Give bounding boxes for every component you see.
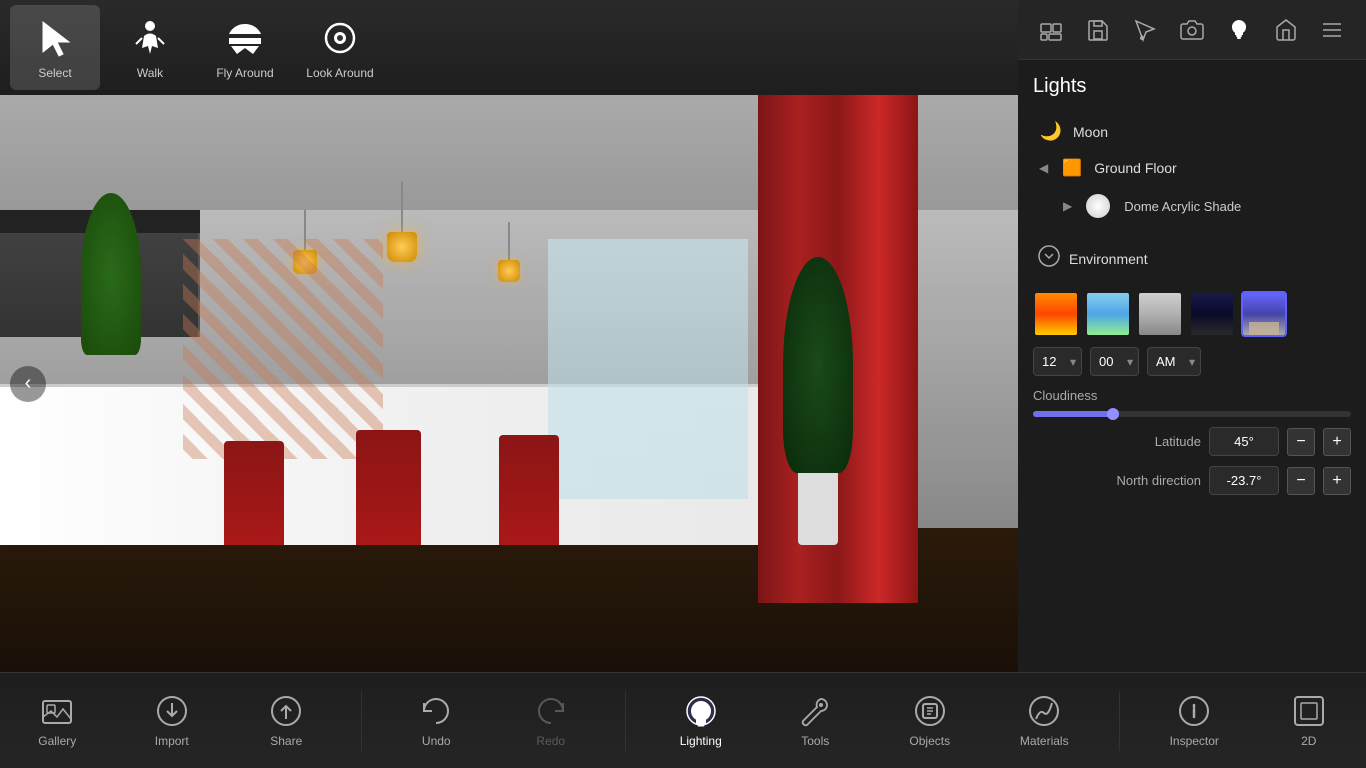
- list-panel-icon[interactable]: [1312, 10, 1352, 50]
- tools-btn[interactable]: Tools: [775, 678, 855, 764]
- import-label: Import: [155, 734, 189, 748]
- redo-label: Redo: [536, 734, 565, 748]
- home-panel-icon[interactable]: [1266, 10, 1306, 50]
- env-preset-sunset[interactable]: [1033, 291, 1079, 337]
- nav-arrow-left[interactable]: ‹: [10, 366, 46, 402]
- redo-btn[interactable]: Redo: [511, 678, 591, 764]
- import-btn[interactable]: Import: [132, 678, 212, 764]
- north-direction-label: North direction: [1033, 473, 1201, 488]
- paint-panel-icon[interactable]: [1125, 10, 1165, 50]
- panel-icon-bar: [1018, 0, 1366, 60]
- divider-1: [361, 691, 362, 751]
- gallery-btn[interactable]: Gallery: [17, 678, 97, 764]
- ground-floor-light-item[interactable]: ◀ 🟧 Ground Floor: [1033, 150, 1351, 186]
- lighting-label: Lighting: [680, 734, 722, 748]
- materials-btn[interactable]: Materials: [1004, 678, 1084, 764]
- env-preset-day[interactable]: [1085, 291, 1131, 337]
- objects-panel-icon[interactable]: [1031, 10, 1071, 50]
- fly-around-tool[interactable]: Fly Around: [200, 5, 290, 90]
- environment-label: Environment: [1069, 251, 1148, 267]
- top-toolbar: Select Walk Fly Around Look Around: [0, 0, 1018, 95]
- environment-presets: [1033, 291, 1351, 337]
- env-preset-custom[interactable]: [1241, 291, 1287, 337]
- tools-label: Tools: [801, 734, 829, 748]
- cloudiness-slider[interactable]: [1033, 411, 1351, 417]
- triangle-icon: ◀: [1039, 161, 1048, 175]
- objects-label: Objects: [909, 734, 950, 748]
- env-preset-cloudy[interactable]: [1137, 291, 1183, 337]
- minute-select-wrap: 00 153045 ▾: [1090, 347, 1139, 376]
- right-panel: Lights 🌙 Moon ◀ 🟧 Ground Floor ▶ Dome Ac…: [1018, 0, 1366, 672]
- north-direction-minus-btn[interactable]: −: [1287, 467, 1315, 495]
- dome-shade-light-item[interactable]: ▶ Dome Acrylic Shade: [1033, 186, 1351, 226]
- objects-btn[interactable]: Objects: [890, 678, 970, 764]
- gallery-label: Gallery: [38, 734, 76, 748]
- moon-icon: 🌙: [1039, 121, 1063, 142]
- environment-header[interactable]: Environment: [1033, 236, 1351, 281]
- north-direction-value[interactable]: -23.7°: [1209, 466, 1279, 495]
- lights-title: Lights: [1033, 75, 1351, 98]
- ampm-select[interactable]: AM PM: [1147, 347, 1201, 376]
- dome-shade-icon: [1086, 194, 1110, 218]
- cloudiness-thumb[interactable]: [1107, 408, 1119, 420]
- look-around-tool[interactable]: Look Around: [295, 5, 385, 90]
- ground-floor-icon: 🟧: [1060, 158, 1084, 178]
- sub-arrow-icon: ▶: [1063, 199, 1072, 213]
- hour-select[interactable]: 12 123 456 789 1011: [1033, 347, 1082, 376]
- north-direction-row: North direction -23.7° − +: [1033, 466, 1351, 495]
- latitude-row: Latitude 45° − +: [1033, 427, 1351, 456]
- cloudiness-track[interactable]: [1033, 411, 1351, 417]
- walk-tool[interactable]: Walk: [105, 5, 195, 90]
- cloudiness-fill: [1033, 411, 1113, 417]
- latitude-minus-btn[interactable]: −: [1287, 428, 1315, 456]
- north-direction-plus-btn[interactable]: +: [1323, 467, 1351, 495]
- save-panel-icon[interactable]: [1078, 10, 1118, 50]
- panel-content: Lights 🌙 Moon ◀ 🟧 Ground Floor ▶ Dome Ac…: [1018, 60, 1366, 672]
- lighting-btn[interactable]: Lighting: [661, 678, 741, 764]
- env-expand-icon: [1037, 244, 1061, 273]
- share-label: Share: [270, 734, 302, 748]
- inspector-label: Inspector: [1170, 734, 1219, 748]
- latitude-plus-btn[interactable]: +: [1323, 428, 1351, 456]
- share-btn[interactable]: Share: [246, 678, 326, 764]
- ampm-select-wrap: AM PM ▾: [1147, 347, 1201, 376]
- inspector-btn[interactable]: Inspector: [1154, 678, 1234, 764]
- materials-label: Materials: [1020, 734, 1069, 748]
- latitude-label: Latitude: [1033, 434, 1201, 449]
- hour-select-wrap: 12 123 456 789 1011 ▾: [1033, 347, 1082, 376]
- 2d-label: 2D: [1301, 734, 1316, 748]
- scene-canvas: ‹: [0, 95, 1018, 672]
- moon-light-item[interactable]: 🌙 Moon: [1033, 113, 1351, 150]
- lighting-panel-icon[interactable]: [1219, 10, 1259, 50]
- divider-3: [1119, 691, 1120, 751]
- select-tool[interactable]: Select: [10, 5, 100, 90]
- minute-select[interactable]: 00 153045: [1090, 347, 1139, 376]
- bottom-toolbar: Gallery Import Share Undo Redo: [0, 672, 1366, 768]
- undo-btn[interactable]: Undo: [396, 678, 476, 764]
- env-preset-night[interactable]: [1189, 291, 1235, 337]
- cloudiness-label-row: Cloudiness: [1033, 388, 1351, 403]
- 2d-btn[interactable]: 2D: [1269, 678, 1349, 764]
- divider-2: [625, 691, 626, 751]
- viewport[interactable]: ‹: [0, 95, 1018, 672]
- environment-section: Environment: [1033, 236, 1351, 495]
- undo-label: Undo: [422, 734, 451, 748]
- cloudiness-label: Cloudiness: [1033, 388, 1097, 403]
- latitude-value[interactable]: 45°: [1209, 427, 1279, 456]
- camera-panel-icon[interactable]: [1172, 10, 1212, 50]
- time-row: 12 123 456 789 1011 ▾ 00 153045 ▾: [1033, 347, 1351, 376]
